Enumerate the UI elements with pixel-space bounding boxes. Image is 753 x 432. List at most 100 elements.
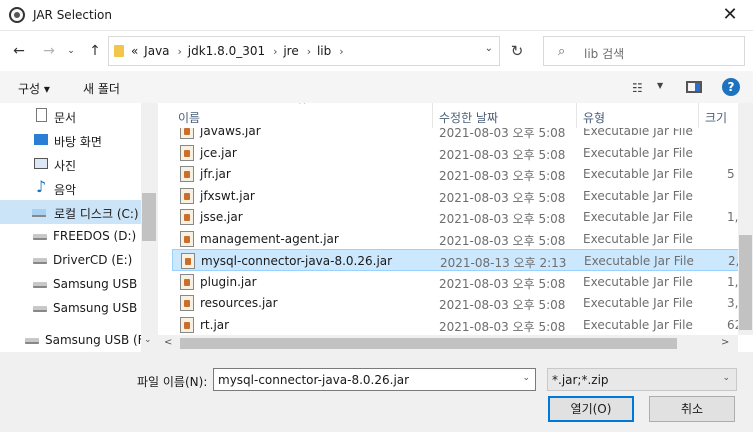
jar-file-icon xyxy=(180,274,194,290)
usb-drive-icon xyxy=(25,338,39,344)
cancel-button[interactable]: 취소 xyxy=(649,396,735,422)
title-bar: JAR Selection ✕ xyxy=(0,0,753,31)
file-row[interactable]: jfxswt.jar 2021-08-03 오후 5:08 Executable… xyxy=(172,185,742,207)
file-row[interactable]: plugin.jar 2021-08-03 오후 5:08 Executable… xyxy=(172,271,746,293)
file-date: 2021-08-03 오후 5:08 xyxy=(439,320,566,334)
chevron-left-icon[interactable]: < xyxy=(164,337,172,348)
organize-button[interactable]: 구성 ▾ xyxy=(18,80,50,97)
search-box[interactable]: ⌕ lib 검색 xyxy=(543,36,745,66)
chevron-down-icon[interactable]: ⌄ xyxy=(522,373,530,383)
jar-file-icon xyxy=(180,188,194,204)
file-name: jsse.jar xyxy=(200,210,243,224)
chevron-down-icon[interactable]: ▼ xyxy=(657,81,663,90)
horizontal-scrollbar[interactable]: < > xyxy=(158,335,738,352)
scrollbar-thumb[interactable] xyxy=(142,193,156,241)
file-type: Executable Jar File xyxy=(583,232,693,246)
file-row[interactable]: rt.jar 2021-08-03 오후 5:08 Executable Jar… xyxy=(172,314,753,336)
chevron-right-icon: › xyxy=(177,45,182,58)
column-header: ^ 이름 수정한 날짜 유형 크기 xyxy=(158,103,753,128)
open-button[interactable]: 열기(O) xyxy=(548,396,634,422)
file-type: Executable Jar File xyxy=(584,254,694,268)
column-name[interactable]: 이름 xyxy=(178,109,200,126)
file-type: Executable Jar File xyxy=(583,275,693,289)
sidebar-item-local-disk[interactable]: 로컬 디스크 (C:) xyxy=(0,200,141,224)
file-date: 2021-08-03 오후 5:08 xyxy=(439,212,566,226)
command-toolbar: 구성 ▾ 새 폴더 ☷ ▼ ? xyxy=(0,71,753,103)
sidebar-item-music[interactable]: ♪ 음악 xyxy=(0,176,141,200)
back-arrow-icon[interactable]: ← xyxy=(8,40,30,62)
column-divider[interactable] xyxy=(698,103,699,128)
preview-pane-icon[interactable] xyxy=(686,81,702,93)
breadcrumb-lib[interactable]: lib xyxy=(317,44,331,58)
scrollbar-thumb[interactable] xyxy=(739,235,752,330)
search-input[interactable]: lib 검색 xyxy=(584,45,624,62)
column-divider[interactable] xyxy=(432,103,433,128)
sidebar-item-freedos[interactable]: FREEDOS (D:) xyxy=(0,224,141,248)
file-name: plugin.jar xyxy=(200,275,257,289)
file-date: 2021-08-03 오후 5:08 xyxy=(439,169,566,183)
jar-file-icon xyxy=(180,166,194,182)
column-date[interactable]: 수정한 날짜 xyxy=(439,109,498,126)
forward-arrow-icon[interactable]: → xyxy=(38,40,60,62)
column-divider[interactable] xyxy=(576,103,577,128)
filename-field[interactable]: mysql-connector-java-8.0.26.jar ⌄ xyxy=(213,368,536,391)
up-arrow-icon[interactable]: ↑ xyxy=(84,40,106,62)
file-type: Executable Jar File xyxy=(583,189,693,203)
sidebar-item-label: 문서 xyxy=(54,111,77,125)
recent-locations-chevron-icon[interactable]: ⌄ xyxy=(60,40,82,62)
file-name: management-agent.jar xyxy=(200,232,339,246)
breadcrumb-overflow[interactable]: « xyxy=(131,44,138,58)
sidebar-item-samsung-usb[interactable]: Samsung USB ( xyxy=(0,296,146,320)
file-row[interactable]: resources.jar 2021-08-03 오후 5:08 Executa… xyxy=(172,292,746,314)
filename-value[interactable]: mysql-connector-java-8.0.26.jar xyxy=(218,373,409,387)
file-row[interactable]: jfr.jar 2021-08-03 오후 5:08 Executable Ja… xyxy=(172,163,742,185)
file-date: 2021-08-13 오후 2:13 xyxy=(440,256,567,270)
file-row[interactable]: jce.jar 2021-08-03 오후 5:08 Executable Ja… xyxy=(172,142,742,164)
breadcrumb-jdk[interactable]: jdk1.8.0_301 xyxy=(188,44,265,58)
sidebar-item-label: Samsung USB ( xyxy=(53,301,146,315)
file-size: 5 xyxy=(727,167,735,181)
sidebar-item-pictures[interactable]: 사진 xyxy=(0,152,141,176)
sidebar-scrollbar[interactable]: ⌄ xyxy=(141,103,157,352)
sidebar-item-samsung-usb[interactable]: Samsung USB (F xyxy=(0,272,153,296)
close-button[interactable]: ✕ xyxy=(707,0,753,31)
address-bar[interactable]: « Java › jdk1.8.0_301 › jre › lib › ⌄ xyxy=(108,36,500,66)
navigation-pane: 문서 바탕 화면 사진 ♪ 음악 로컬 디스크 (C:) FREEDOS (D:… xyxy=(0,103,157,352)
breadcrumb-java[interactable]: Java xyxy=(144,44,169,58)
chevron-down-icon[interactable]: ⌄ xyxy=(144,335,152,345)
breadcrumb-jre[interactable]: jre xyxy=(283,44,298,58)
music-icon: ♪ xyxy=(36,177,47,196)
scrollbar-thumb[interactable] xyxy=(180,338,677,349)
sidebar-item-samsung-usb[interactable]: Samsung USB (F:) xyxy=(0,328,152,352)
new-folder-button[interactable]: 새 폴더 xyxy=(83,80,120,97)
file-type-filter[interactable]: *.jar;*.zip ⌄ xyxy=(547,368,737,391)
column-type[interactable]: 유형 xyxy=(583,109,605,126)
sidebar-item-desktop[interactable]: 바탕 화면 xyxy=(0,128,141,152)
file-name-panel: 파일 이름(N): mysql-connector-java-8.0.26.ja… xyxy=(0,352,753,432)
sidebar-item-label: 바탕 화면 xyxy=(54,135,102,149)
file-name: jce.jar xyxy=(200,146,237,160)
file-date: 2021-08-03 오후 5:08 xyxy=(439,148,566,162)
vertical-scrollbar[interactable] xyxy=(738,103,753,335)
refresh-icon[interactable]: ↻ xyxy=(503,36,531,66)
usb-drive-icon xyxy=(33,258,47,264)
column-size[interactable]: 크기 xyxy=(705,109,727,126)
sidebar-item-label: FREEDOS (D:) xyxy=(53,229,137,243)
file-row[interactable]: jsse.jar 2021-08-03 오후 5:08 Executable J… xyxy=(172,206,746,228)
address-dropdown-icon[interactable]: ⌄ xyxy=(485,43,493,54)
desktop-icon xyxy=(34,134,48,145)
jar-file-icon xyxy=(180,317,194,333)
view-options-icon[interactable]: ☷ xyxy=(632,81,643,95)
usb-drive-icon xyxy=(33,234,47,240)
sidebar-item-documents[interactable]: 문서 xyxy=(0,104,141,128)
chevron-right-icon[interactable]: > xyxy=(721,337,729,348)
file-row-selected[interactable]: mysql-connector-java-8.0.26.jar 2021-08-… xyxy=(172,249,747,271)
folder-icon xyxy=(114,45,124,57)
file-row[interactable]: management-agent.jar 2021-08-03 오후 5:08 … xyxy=(172,228,742,250)
help-icon[interactable]: ? xyxy=(722,78,740,96)
file-name: jfr.jar xyxy=(200,167,231,181)
sidebar-item-drivercd[interactable]: DriverCD (E:) xyxy=(0,248,141,272)
sort-up-icon: ^ xyxy=(298,103,307,111)
search-icon: ⌕ xyxy=(558,44,566,59)
chevron-down-icon[interactable]: ⌄ xyxy=(722,373,730,383)
